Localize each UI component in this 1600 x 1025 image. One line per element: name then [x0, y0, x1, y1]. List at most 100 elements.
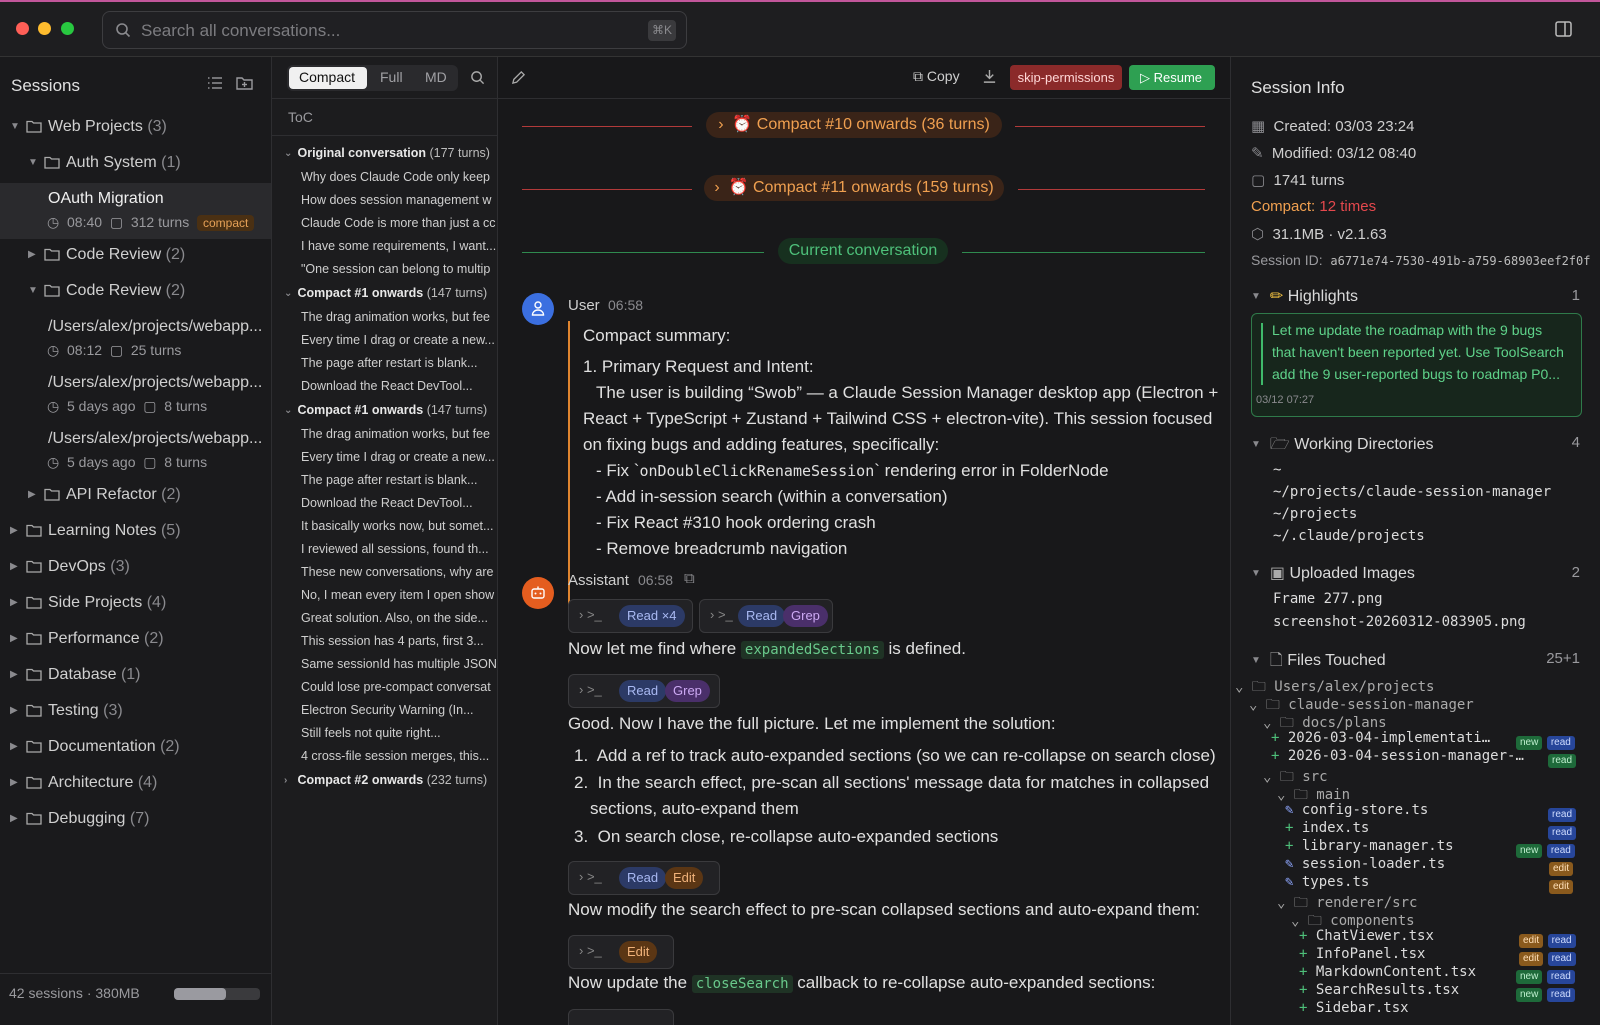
- maximize-window-button[interactable]: [61, 22, 74, 35]
- copy-icon[interactable]: ⧉: [684, 570, 695, 587]
- file-item[interactable]: + Sidebar.tsx: [1299, 1000, 1409, 1016]
- toc-item[interactable]: How does session management w: [301, 193, 497, 207]
- file-item[interactable]: + 2026-03-04-session-manager-…: [1271, 748, 1524, 764]
- folder-code-review-2[interactable]: ▼ Code Review (2): [28, 282, 185, 308]
- folder-devops[interactable]: ▶ DevOps (3): [10, 558, 130, 584]
- uploaded-images-header[interactable]: ▼ ▣ Uploaded Images: [1251, 563, 1415, 583]
- toc-item[interactable]: The page after restart is blank...: [301, 473, 497, 487]
- highlights-header[interactable]: ▼ ✏ Highlights: [1251, 286, 1358, 306]
- toc-item[interactable]: Same sessionId has multiple JSON: [301, 657, 497, 671]
- files-touched-header[interactable]: ▼ 🗋 Files Touched: [1251, 649, 1386, 676]
- file-item[interactable]: + SearchResults.tsx: [1299, 982, 1459, 998]
- dir-item[interactable]: ~/projects/claude-session-manager: [1273, 484, 1551, 500]
- folder-side-projects[interactable]: ▶ Side Projects (4): [10, 594, 166, 620]
- compact-divider[interactable]: › ⏰ Compact #10 onwards (36 turns): [706, 112, 1002, 138]
- minimize-window-button[interactable]: [38, 22, 51, 35]
- global-search-input[interactable]: Search all conversations... ⌘K: [102, 11, 687, 49]
- toc-section[interactable]: ⌄ Compact #1 onwards (147 turns): [284, 403, 487, 417]
- dir-item[interactable]: ~: [1273, 462, 1281, 478]
- toc-item[interactable]: It basically works now, but somet...: [301, 519, 497, 533]
- resume-button[interactable]: ▷ Resume: [1129, 65, 1215, 90]
- folder-auth-system[interactable]: ▼ Auth System (1): [28, 154, 181, 180]
- session-item[interactable]: /Users/alex/projects/webapp...: [48, 430, 262, 456]
- file-item[interactable]: + 2026-03-04-implementati…: [1271, 730, 1490, 746]
- toc-section[interactable]: › Compact #2 onwards (232 turns): [284, 773, 487, 787]
- toc-item[interactable]: This session has 4 parts, first 3...: [301, 634, 497, 648]
- file-item[interactable]: + library-manager.ts: [1285, 838, 1454, 854]
- new-badge: new: [1516, 844, 1543, 858]
- tool-call-group[interactable]: [568, 1009, 674, 1025]
- copy-button[interactable]: ⧉ Copy: [913, 68, 960, 85]
- mode-full[interactable]: Full: [380, 69, 403, 85]
- toc-item[interactable]: The page after restart is blank...: [301, 356, 497, 370]
- session-oauth-migration[interactable]: OAuth Migration: [48, 190, 164, 216]
- download-icon[interactable]: [982, 69, 997, 84]
- mode-compact[interactable]: Compact: [299, 69, 355, 85]
- highlight-card[interactable]: Let me update the roadmap with the 9 bug…: [1251, 313, 1582, 417]
- search-icon[interactable]: [470, 70, 485, 85]
- folder-learning-notes[interactable]: ▶ Learning Notes (5): [10, 522, 181, 548]
- folder-code-review[interactable]: ▶ Code Review (2): [28, 246, 185, 272]
- toc-item[interactable]: Great solution. Also, on the side...: [301, 611, 497, 625]
- new-badge: new: [1516, 988, 1543, 1002]
- bot-icon: [531, 586, 545, 599]
- toc-item[interactable]: "One session can belong to multip: [301, 262, 497, 276]
- toc-item[interactable]: Electron Security Warning (In...: [301, 703, 497, 717]
- image-item[interactable]: Frame 277.png: [1273, 591, 1383, 607]
- working-dirs-header[interactable]: ▼ 🗁 Working Directories: [1251, 433, 1433, 460]
- tool-call-group[interactable]: › >_ Read Edit: [568, 861, 720, 895]
- toc-item[interactable]: Why does Claude Code only keep: [301, 170, 497, 184]
- toc-item[interactable]: These new conversations, why are: [301, 565, 497, 579]
- toc-item[interactable]: I reviewed all sessions, found th...: [301, 542, 497, 556]
- tool-call-group[interactable]: › >_ Read Grep: [699, 599, 833, 633]
- dir-item[interactable]: ~/projects: [1273, 506, 1357, 522]
- tool-call-group[interactable]: › >_ Read ×4: [568, 599, 693, 633]
- mode-md[interactable]: MD: [425, 69, 447, 85]
- folder-documentation[interactable]: ▶ Documentation (2): [10, 738, 180, 764]
- toc-item[interactable]: Download the React DevTool...: [301, 379, 497, 393]
- new-folder-icon[interactable]: [236, 75, 253, 90]
- file-item[interactable]: + ChatViewer.tsx: [1299, 928, 1434, 944]
- toc-item[interactable]: Every time I drag or create a new...: [301, 450, 497, 464]
- folder-debugging[interactable]: ▶ Debugging (7): [10, 810, 149, 836]
- folder-database[interactable]: ▶ Database (1): [10, 666, 141, 692]
- toc-item[interactable]: Every time I drag or create a new...: [301, 333, 497, 347]
- compact-divider[interactable]: › ⏰ Compact #11 onwards (159 turns): [704, 175, 1004, 201]
- file-item[interactable]: ✎ session-loader.ts: [1285, 856, 1445, 872]
- skip-permissions-button[interactable]: skip-permissions: [1010, 65, 1122, 90]
- tool-call-group[interactable]: › >_ Read Grep: [568, 674, 720, 708]
- toc-section[interactable]: ⌄ Compact #1 onwards (147 turns): [284, 286, 487, 300]
- file-item[interactable]: + InfoPanel.tsx: [1299, 946, 1425, 962]
- list-view-icon[interactable]: [207, 76, 223, 90]
- folder-web-projects[interactable]: ▼ Web Projects (3): [10, 118, 167, 144]
- toc-item[interactable]: No, I mean every item I open show: [301, 588, 497, 602]
- file-item[interactable]: ✎ types.ts: [1285, 874, 1369, 890]
- toc-item[interactable]: The drag animation works, but fee: [301, 310, 497, 324]
- folder-architecture[interactable]: ▶ Architecture (4): [10, 774, 157, 800]
- toc-item[interactable]: Download the React DevTool...: [301, 496, 497, 510]
- dir-item[interactable]: ~/.claude/projects: [1273, 528, 1425, 544]
- toc-section[interactable]: ⌄ Original conversation (177 turns): [284, 146, 490, 160]
- folder-testing[interactable]: ▶ Testing (3): [10, 702, 123, 728]
- toc-item[interactable]: Still feels not quite right...: [301, 726, 497, 740]
- edit-icon[interactable]: [511, 70, 526, 85]
- terminal-icon: › >_: [579, 607, 602, 622]
- file-item[interactable]: + MarkdownContent.tsx: [1299, 964, 1476, 980]
- session-item[interactable]: /Users/alex/projects/webapp...: [48, 374, 262, 400]
- toc-item[interactable]: I have some requirements, I want...: [301, 239, 497, 253]
- toc-item[interactable]: 4 cross-file session merges, this...: [301, 749, 497, 763]
- file-item[interactable]: ✎ config-store.ts: [1285, 802, 1428, 818]
- package-icon: ⬡: [1251, 226, 1265, 243]
- toggle-panel-icon[interactable]: [1555, 21, 1572, 37]
- folder-performance[interactable]: ▶ Performance (2): [10, 630, 164, 656]
- toc-item[interactable]: Claude Code is more than just a cc: [301, 216, 497, 230]
- tool-call-group[interactable]: › >_ Edit: [568, 935, 674, 969]
- session-item[interactable]: /Users/alex/projects/webapp...: [48, 318, 262, 344]
- folder-api-refactor[interactable]: ▶ API Refactor (2): [28, 486, 181, 512]
- toc-item[interactable]: Could lose pre-compact conversat: [301, 680, 497, 694]
- close-window-button[interactable]: [16, 22, 29, 35]
- text: callback to re-collapse auto-expanded se…: [792, 973, 1156, 992]
- toc-item[interactable]: The drag animation works, but fee: [301, 427, 497, 441]
- image-item[interactable]: screenshot-20260312-083905.png: [1273, 614, 1526, 630]
- file-item[interactable]: + index.ts: [1285, 820, 1369, 836]
